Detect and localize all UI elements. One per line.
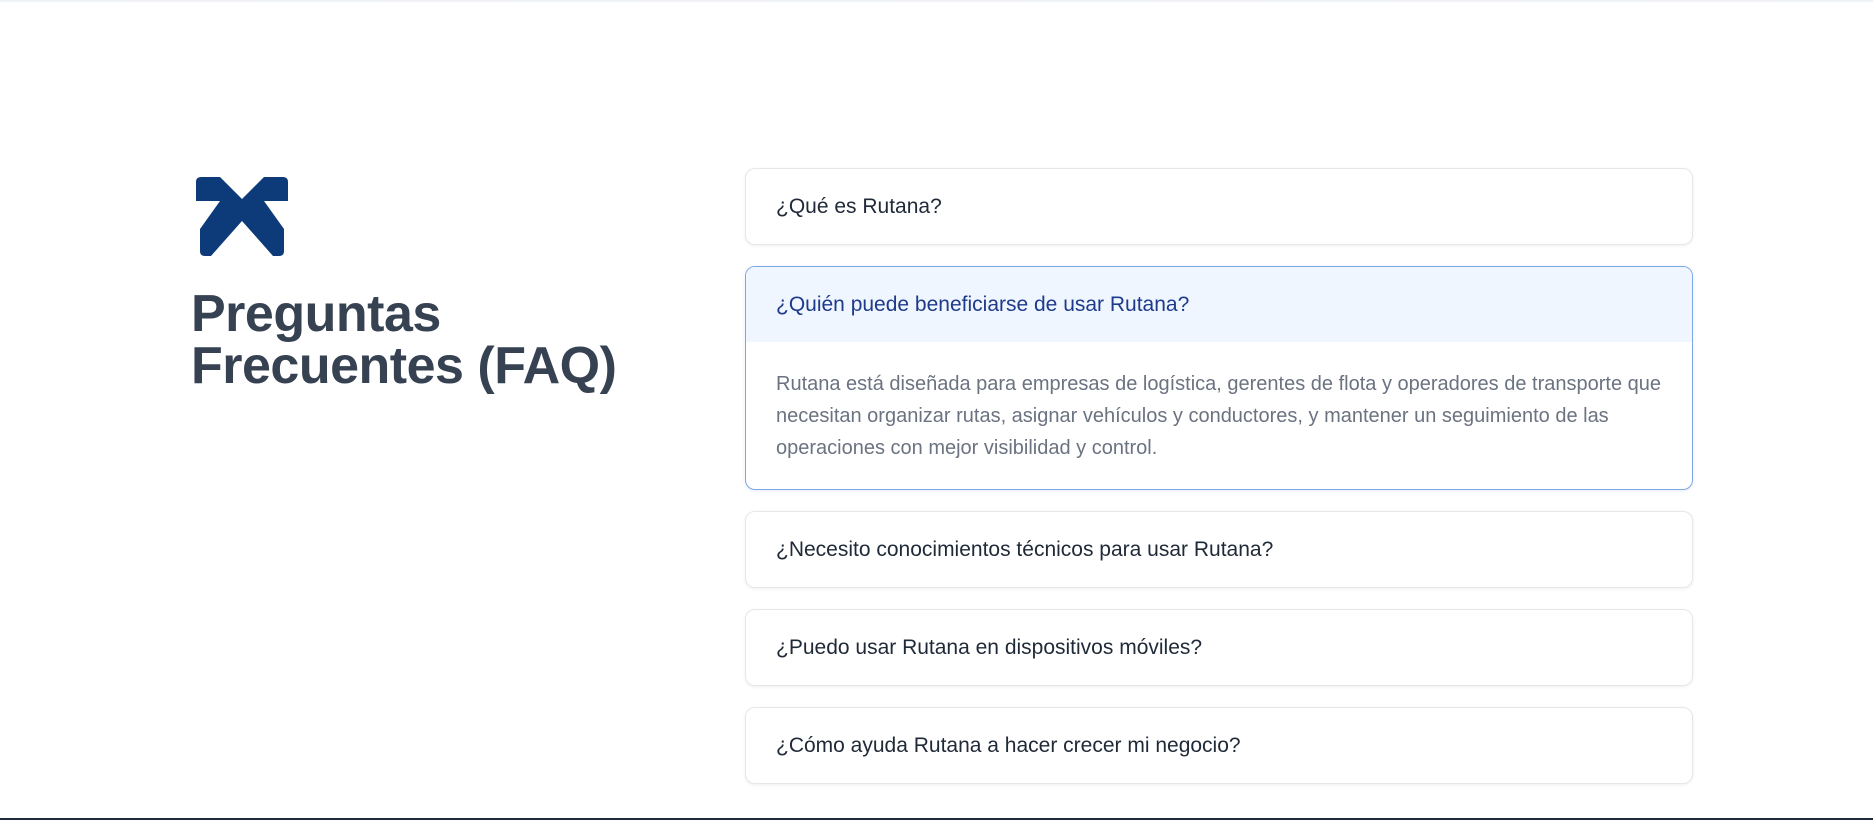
faq-item-conocimientos-tecnicos: ¿Necesito conocimientos técnicos para us… [745, 511, 1693, 588]
page-title-line-1: Preguntas [191, 285, 441, 343]
page-title: Preguntas Frecuentes (FAQ) [191, 288, 671, 392]
faq-question-button[interactable]: ¿Qué es Rutana? [746, 169, 1692, 244]
page-title-line-2: Frecuentes (FAQ) [191, 337, 617, 395]
faq-item-crecer-negocio: ¿Cómo ayuda Rutana a hacer crecer mi neg… [745, 707, 1693, 784]
faq-question-button[interactable]: ¿Cómo ayuda Rutana a hacer crecer mi neg… [746, 708, 1692, 783]
faq-item-dispositivos-moviles: ¿Puedo usar Rutana en dispositivos móvil… [745, 609, 1693, 686]
faq-question-button-active[interactable]: ¿Quién puede beneficiarse de usar Rutana… [746, 267, 1692, 342]
chevron-up-logo-icon [196, 177, 288, 257]
top-divider [0, 0, 1873, 3]
faq-item-quien-puede-beneficiarse: ¿Quién puede beneficiarse de usar Rutana… [745, 266, 1693, 490]
faq-question-button[interactable]: ¿Puedo usar Rutana en dispositivos móvil… [746, 610, 1692, 685]
faq-question-button[interactable]: ¿Necesito conocimientos técnicos para us… [746, 512, 1692, 587]
faq-item-que-es-rutana: ¿Qué es Rutana? [745, 168, 1693, 245]
faq-answer: Rutana está diseñada para empresas de lo… [776, 373, 1662, 459]
faq-list: ¿Qué es Rutana? ¿Quién puede beneficiars… [745, 168, 1693, 805]
